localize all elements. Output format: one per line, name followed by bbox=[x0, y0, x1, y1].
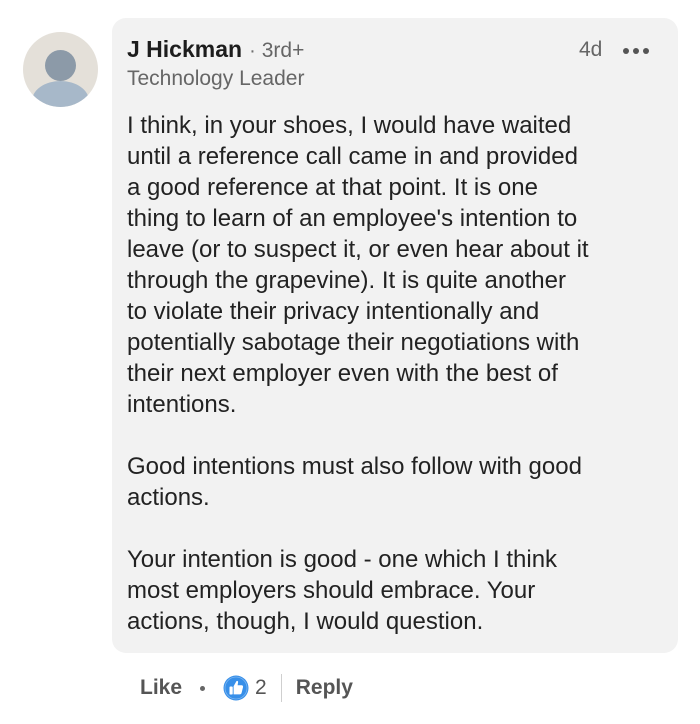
connection-degree: 3rd+ bbox=[261, 39, 305, 62]
comment-text-line: actions, though, I would question. bbox=[127, 608, 484, 635]
thumbs-up-icon[interactable] bbox=[223, 675, 249, 701]
comment-text-line: a good reference at that point. It is on… bbox=[127, 174, 538, 201]
more-options-icon[interactable] bbox=[623, 48, 649, 54]
comment-text-line: Your intention is good - one which I thi… bbox=[127, 546, 558, 573]
reaction-count[interactable]: 2 bbox=[255, 676, 267, 700]
avatar-head bbox=[45, 50, 76, 81]
author-headline: Technology Leader bbox=[127, 67, 305, 90]
comment-text-line: until a reference call came in and provi… bbox=[127, 143, 578, 170]
actions-divider bbox=[280, 674, 282, 702]
separator-dot: · bbox=[249, 40, 256, 62]
avatar[interactable] bbox=[23, 32, 98, 107]
avatar-shoulders bbox=[32, 81, 89, 107]
comment-actions: Like 2 Reply bbox=[112, 668, 353, 708]
reply-button[interactable]: Reply bbox=[296, 676, 353, 700]
comment-time: 4d bbox=[579, 38, 603, 61]
comment-text-line: most employers should embrace. Your bbox=[127, 577, 536, 604]
comment-text-line: potentially sabotage their negotiations … bbox=[127, 329, 580, 356]
comment-text-line: intentions. bbox=[127, 391, 237, 418]
more-dot bbox=[633, 48, 639, 54]
more-dot bbox=[623, 48, 629, 54]
like-button[interactable]: Like bbox=[140, 676, 182, 700]
comment-text-line: I think, in your shoes, I would have wai… bbox=[127, 112, 572, 139]
more-dot bbox=[643, 48, 649, 54]
actions-separator-dot bbox=[200, 685, 206, 691]
comment-text-line: actions. bbox=[127, 484, 210, 511]
comment: J Hickman · 3rd+ Technology Leader 4d I … bbox=[0, 0, 700, 724]
comment-text-line: leave (or to suspect it, or even hear ab… bbox=[127, 236, 589, 263]
comment-text-line: thing to learn of an employee's intentio… bbox=[127, 205, 578, 232]
author-line: J Hickman · 3rd+ bbox=[127, 36, 304, 63]
comment-text-line: their next employer even with the best o… bbox=[127, 360, 558, 387]
comment-text-line: to violate their privacy intentionally a… bbox=[127, 298, 540, 325]
comment-bubble: J Hickman · 3rd+ Technology Leader 4d I … bbox=[112, 18, 678, 653]
comment-text-line: Good intentions must also follow with go… bbox=[127, 453, 582, 480]
comment-body: I think, in your shoes, I would have wai… bbox=[127, 110, 667, 637]
author-name[interactable]: J Hickman bbox=[127, 36, 242, 63]
comment-text-line: through the grapevine). It is quite anot… bbox=[127, 267, 566, 294]
